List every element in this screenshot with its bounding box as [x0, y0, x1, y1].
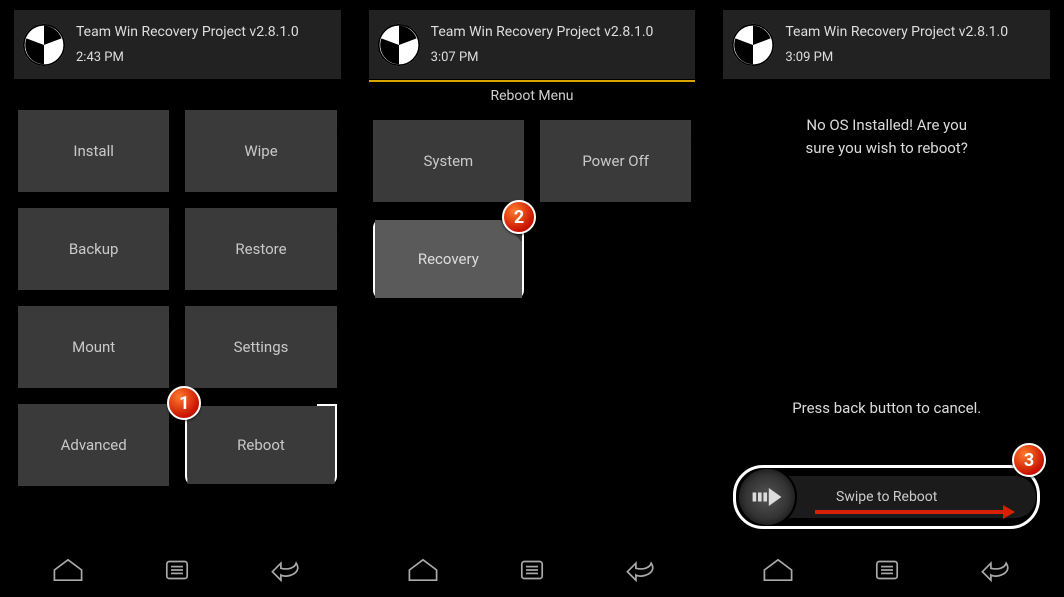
power-off-button[interactable]: Power Off: [540, 120, 691, 202]
advanced-button[interactable]: Advanced: [18, 404, 169, 486]
swipe-to-reboot-slider[interactable]: Swipe to Reboot 3: [737, 469, 1036, 525]
app-title: Team Win Recovery Project v2.8.1.0: [431, 24, 654, 40]
back-icon[interactable]: [979, 555, 1013, 585]
clock: 3:07 PM: [431, 50, 654, 65]
reboot-button-grid: System Power Off Recovery 2: [369, 112, 696, 300]
no-os-warning: No OS Installed! Are you sure you wish t…: [723, 114, 1050, 159]
clock: 2:43 PM: [76, 50, 299, 65]
slider-arrow-icon: [749, 486, 785, 508]
back-icon[interactable]: [624, 555, 658, 585]
annotation-arrow-icon: [815, 505, 1015, 519]
twrp-logo-icon: [22, 23, 66, 67]
app-title: Team Win Recovery Project v2.8.1.0: [76, 24, 299, 40]
slider-knob[interactable]: [737, 467, 797, 527]
panel-main-menu: Team Win Recovery Project v2.8.1.0 2:43 …: [0, 0, 355, 597]
backup-button[interactable]: Backup: [18, 208, 169, 290]
nav-bar: [369, 549, 696, 591]
back-icon[interactable]: [269, 555, 303, 585]
accent-divider: [369, 80, 696, 82]
twrp-logo-icon: [377, 23, 421, 67]
reboot-menu-title: Reboot Menu: [369, 88, 696, 104]
menu-icon[interactable]: [160, 555, 194, 585]
settings-button[interactable]: Settings: [185, 306, 336, 388]
install-button[interactable]: Install: [18, 110, 169, 192]
nav-bar: [723, 549, 1050, 591]
reboot-recovery-button[interactable]: Recovery 2: [373, 218, 524, 300]
wipe-button[interactable]: Wipe: [185, 110, 336, 192]
annotation-badge-3: 3: [1012, 443, 1046, 477]
panel-confirm-reboot: Team Win Recovery Project v2.8.1.0 3:09 …: [709, 0, 1064, 597]
panel-reboot-menu: Team Win Recovery Project v2.8.1.0 3:07 …: [355, 0, 710, 597]
twrp-logo-icon: [731, 23, 775, 67]
reboot-button[interactable]: Reboot 1: [185, 404, 336, 486]
nav-bar: [14, 549, 341, 591]
slider-label: Swipe to Reboot: [836, 489, 937, 505]
main-button-grid: Install Wipe Backup Restore Mount Settin…: [14, 102, 341, 486]
reboot-system-button[interactable]: System: [373, 120, 524, 202]
app-title: Team Win Recovery Project v2.8.1.0: [785, 24, 1008, 40]
menu-icon[interactable]: [870, 555, 904, 585]
mount-button[interactable]: Mount: [18, 306, 169, 388]
header: Team Win Recovery Project v2.8.1.0 3:07 …: [369, 10, 696, 80]
annotation-badge-2: 2: [502, 200, 536, 234]
cancel-hint: Press back button to cancel.: [709, 399, 1064, 417]
home-icon[interactable]: [761, 555, 795, 585]
home-icon[interactable]: [406, 555, 440, 585]
restore-button[interactable]: Restore: [185, 208, 336, 290]
header: Team Win Recovery Project v2.8.1.0 3:09 …: [723, 10, 1050, 80]
menu-icon[interactable]: [515, 555, 549, 585]
header: Team Win Recovery Project v2.8.1.0 2:43 …: [14, 10, 341, 80]
home-icon[interactable]: [51, 555, 85, 585]
clock: 3:09 PM: [785, 50, 1008, 65]
